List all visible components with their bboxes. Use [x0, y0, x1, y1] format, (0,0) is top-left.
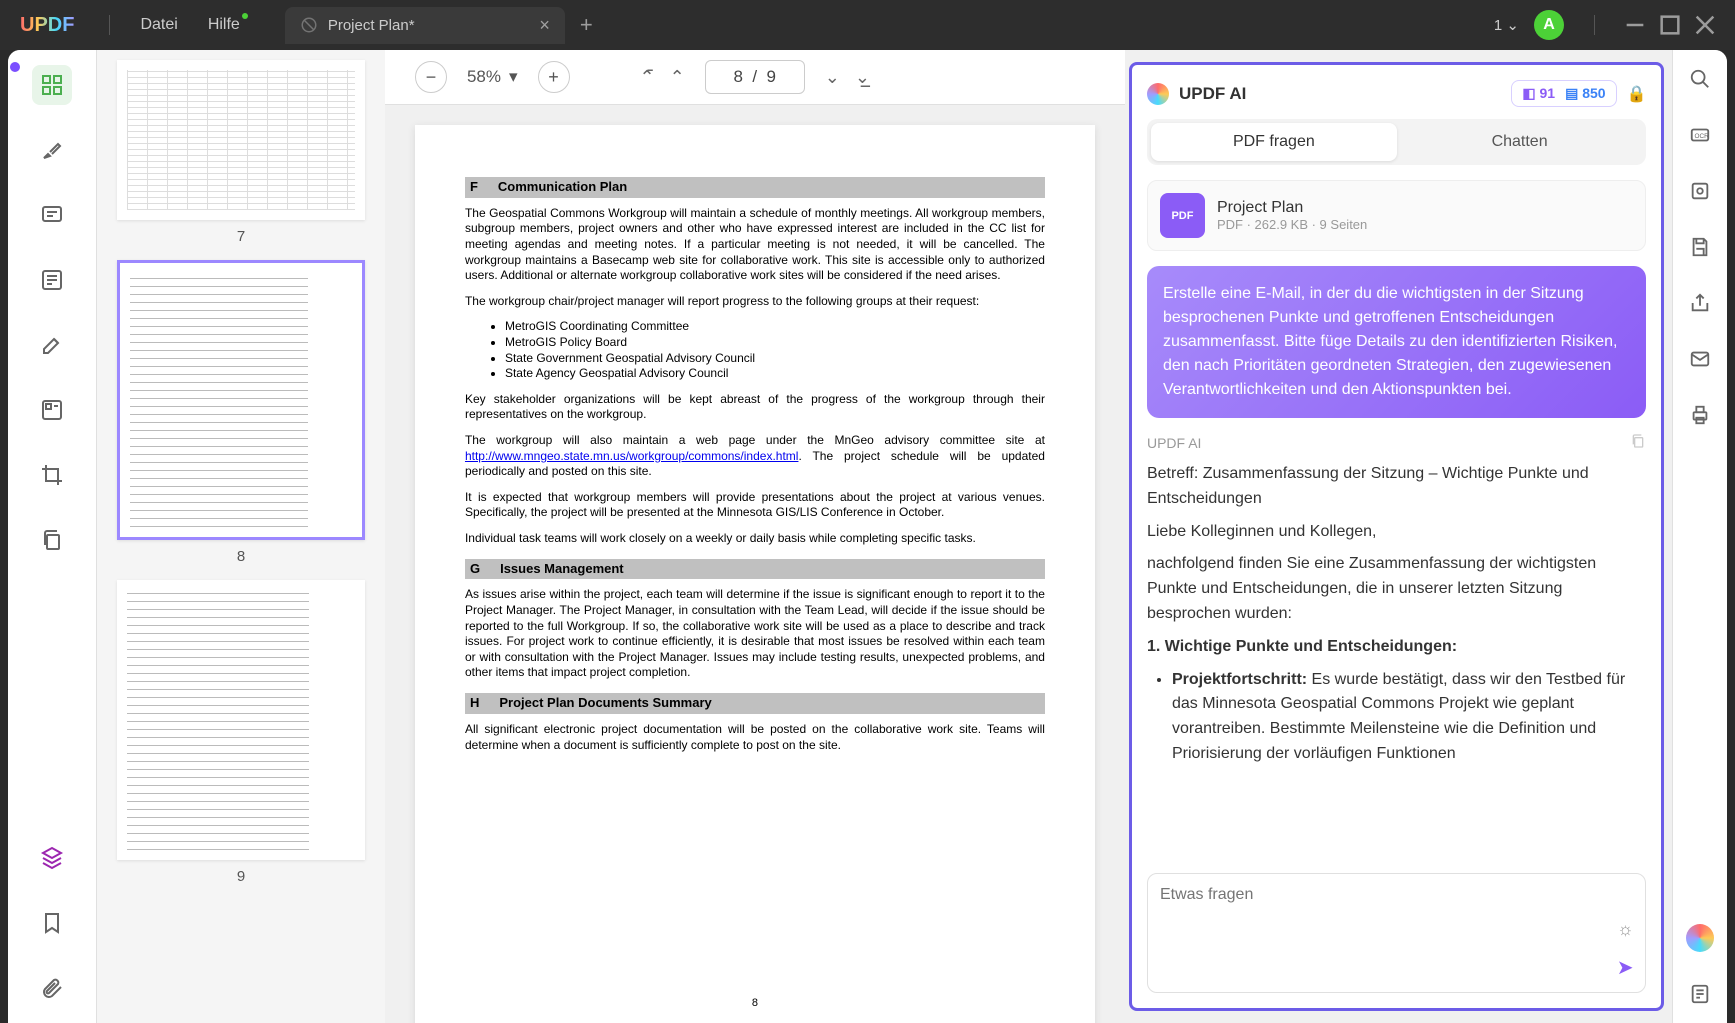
page-input[interactable]: 8 / 9: [705, 60, 805, 94]
ai-credits[interactable]: ◧ 91 ▤ 850: [1511, 80, 1616, 107]
share-icon[interactable]: [1686, 289, 1714, 317]
svg-text:OCR: OCR: [1695, 133, 1710, 140]
paragraph: As issues arise within the project, each…: [465, 587, 1045, 681]
thumbnail-label: 7: [117, 228, 365, 245]
ai-corner-icon[interactable]: [1686, 924, 1714, 952]
file-card: PDF Project Plan PDF · 262.9 KB · 9 Seit…: [1147, 180, 1647, 251]
section-header: HProject Plan Documents Summary: [465, 693, 1045, 714]
copy-icon[interactable]: [32, 520, 72, 560]
edit-icon[interactable]: [32, 325, 72, 365]
update-badge: [242, 13, 248, 19]
copy-icon[interactable]: [1630, 433, 1646, 452]
paragraph: It is expected that workgroup members wi…: [465, 490, 1045, 521]
search-icon[interactable]: [1686, 65, 1714, 93]
section-header: GIssues Management: [465, 559, 1045, 580]
ai-panel: UPDF AI ◧ 91 ▤ 850 🔒 PDF fragen Chatten …: [1129, 62, 1665, 1011]
thumbnail-page-7[interactable]: [117, 60, 365, 220]
last-page-icon[interactable]: ⌄̲: [855, 67, 870, 88]
attachment-icon[interactable]: [32, 968, 72, 1008]
paragraph: The workgroup will also maintain a web p…: [465, 433, 1045, 480]
comment-icon[interactable]: [32, 195, 72, 235]
prev-page-icon[interactable]: ⌃: [670, 67, 685, 88]
thumbnail-label: 9: [117, 868, 365, 885]
page-indicator-icon: [8, 60, 22, 74]
paragraph: All significant electronic project docum…: [465, 722, 1045, 753]
file-meta: PDF · 262.9 KB · 9 Seiten: [1217, 217, 1367, 232]
layers-icon[interactable]: [32, 838, 72, 878]
ai-response: Betreff: Zusammenfassung der Sitzung – W…: [1147, 462, 1647, 767]
tab-ask-pdf[interactable]: PDF fragen: [1151, 123, 1397, 161]
ai-response-label: UPDF AI: [1147, 433, 1647, 452]
ai-input[interactable]: ☼ ➤: [1147, 873, 1647, 993]
suggestions-icon[interactable]: ☼: [1617, 919, 1634, 940]
save-icon[interactable]: [1686, 233, 1714, 261]
ai-messages[interactable]: Erstelle eine E-Mail, in der du die wich…: [1147, 266, 1647, 863]
user-avatar[interactable]: A: [1534, 10, 1564, 40]
crop-icon[interactable]: [32, 455, 72, 495]
thumbnail-page-8[interactable]: [117, 260, 365, 540]
paragraph: The workgroup chair/project manager will…: [465, 294, 1045, 310]
mail-icon[interactable]: [1686, 345, 1714, 373]
bullet-list: MetroGIS Coordinating Committee MetroGIS…: [505, 319, 1045, 381]
print-icon[interactable]: [1686, 401, 1714, 429]
section-header: FCommunication Plan: [465, 177, 1045, 198]
document-tab[interactable]: Project Plan* ×: [285, 7, 565, 44]
user-message: Erstelle eine E-Mail, in der du die wich…: [1147, 266, 1647, 418]
form-icon[interactable]: [32, 390, 72, 430]
ai-logo-icon: [1147, 83, 1169, 105]
thumbnail-page-9[interactable]: [117, 580, 365, 860]
window-count[interactable]: 1 ⌄: [1494, 16, 1519, 34]
ai-title: UPDF AI: [1179, 84, 1246, 104]
notes-icon[interactable]: [1686, 980, 1714, 1008]
send-icon[interactable]: ➤: [1617, 957, 1634, 979]
zoom-out-button[interactable]: −: [415, 61, 447, 93]
tab-chat[interactable]: Chatten: [1397, 123, 1643, 161]
minimize-icon[interactable]: [1625, 15, 1645, 35]
page-number: 8: [752, 996, 758, 1010]
sidebar-left: [8, 50, 97, 1023]
lock-icon[interactable]: 🔒: [1627, 84, 1647, 104]
thumbnails-icon[interactable]: [32, 65, 72, 105]
document-page: FCommunication Plan The Geospatial Commo…: [415, 125, 1095, 1023]
thumbnails-panel[interactable]: 7 8 9: [97, 50, 385, 1023]
bookmark-icon[interactable]: [32, 903, 72, 943]
highlight-icon[interactable]: [32, 130, 72, 170]
app-logo: UPDF: [20, 14, 74, 37]
thumbnail-label: 8: [117, 548, 365, 565]
paragraph: Key stakeholder organizations will be ke…: [465, 392, 1045, 423]
divider: [1594, 15, 1595, 35]
zoom-level[interactable]: 58%▾: [467, 67, 518, 87]
paragraph: Individual task teams will work closely …: [465, 531, 1045, 547]
tab-add-icon[interactable]: +: [580, 12, 593, 38]
ai-textarea[interactable]: [1160, 886, 1634, 904]
ai-tabs: PDF fragen Chatten: [1147, 119, 1647, 165]
sidebar-right: OCR: [1672, 50, 1727, 1023]
screenshot-icon[interactable]: [1686, 177, 1714, 205]
divider: [109, 15, 110, 35]
paragraph: The Geospatial Commons Workgroup will ma…: [465, 206, 1045, 284]
menu-help[interactable]: Hilfe: [208, 16, 240, 34]
first-page-icon[interactable]: ⌃̄: [640, 67, 655, 88]
next-page-icon[interactable]: ⌄: [825, 67, 840, 88]
menu-file[interactable]: Datei: [140, 16, 177, 34]
link[interactable]: http://www.mngeo.state.mn.us/workgroup/c…: [465, 449, 798, 463]
file-name: Project Plan: [1217, 199, 1367, 217]
tab-title: Project Plan*: [328, 17, 529, 34]
close-icon[interactable]: [1695, 15, 1715, 35]
tab-close-icon[interactable]: ×: [539, 15, 550, 36]
document-viewport[interactable]: FCommunication Plan The Geospatial Commo…: [385, 105, 1125, 1023]
maximize-icon[interactable]: [1660, 15, 1680, 35]
pdf-icon: PDF: [1160, 193, 1205, 238]
document-icon: [300, 16, 318, 34]
text-icon[interactable]: [32, 260, 72, 300]
zoom-in-button[interactable]: +: [538, 61, 570, 93]
toolbar: − 58%▾ + ⌃̄ ⌃ 8 / 9 ⌄ ⌄̲: [385, 50, 1125, 105]
ocr-icon[interactable]: OCR: [1686, 121, 1714, 149]
